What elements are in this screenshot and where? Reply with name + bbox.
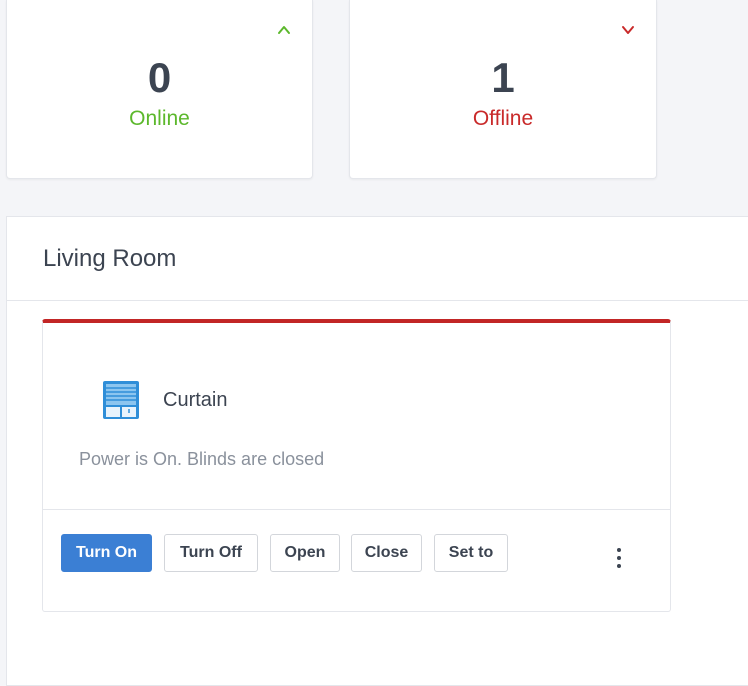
more-dot (617, 564, 621, 568)
more-dot (617, 556, 621, 560)
online-label: Online (129, 107, 190, 130)
chevron-down-icon[interactable] (620, 22, 636, 38)
room-title: Living Room (43, 245, 177, 272)
room-header: Living Room (7, 217, 748, 301)
offline-label: Offline (472, 107, 534, 130)
turn-off-button[interactable]: Turn Off (164, 534, 258, 572)
device-status: Power is On. Blinds are closed (79, 449, 325, 469)
turn-on-button[interactable]: Turn On (61, 534, 152, 572)
device-card-curtain: Curtain Power is On. Blinds are closed T… (42, 319, 671, 612)
close-button[interactable]: Close (351, 534, 422, 572)
online-count: 0 (147, 54, 172, 101)
set-to-button[interactable]: Set to (434, 534, 508, 572)
open-button[interactable]: Open (270, 534, 340, 572)
chevron-up-icon[interactable] (276, 22, 292, 38)
device-actions: Turn On Turn Off Open Close Set to (43, 509, 670, 611)
more-dot (617, 548, 621, 552)
offline-count: 1 (491, 54, 515, 101)
room-panel: Living Room Curtain Power is On. Blinds … (6, 216, 748, 686)
more-options-icon[interactable] (609, 548, 629, 576)
curtain-icon (103, 381, 139, 419)
device-name: Curtain (163, 389, 228, 411)
offline-summary-card[interactable]: 1 Offline (349, 0, 657, 179)
online-summary-card[interactable]: 0 Online (6, 0, 313, 179)
